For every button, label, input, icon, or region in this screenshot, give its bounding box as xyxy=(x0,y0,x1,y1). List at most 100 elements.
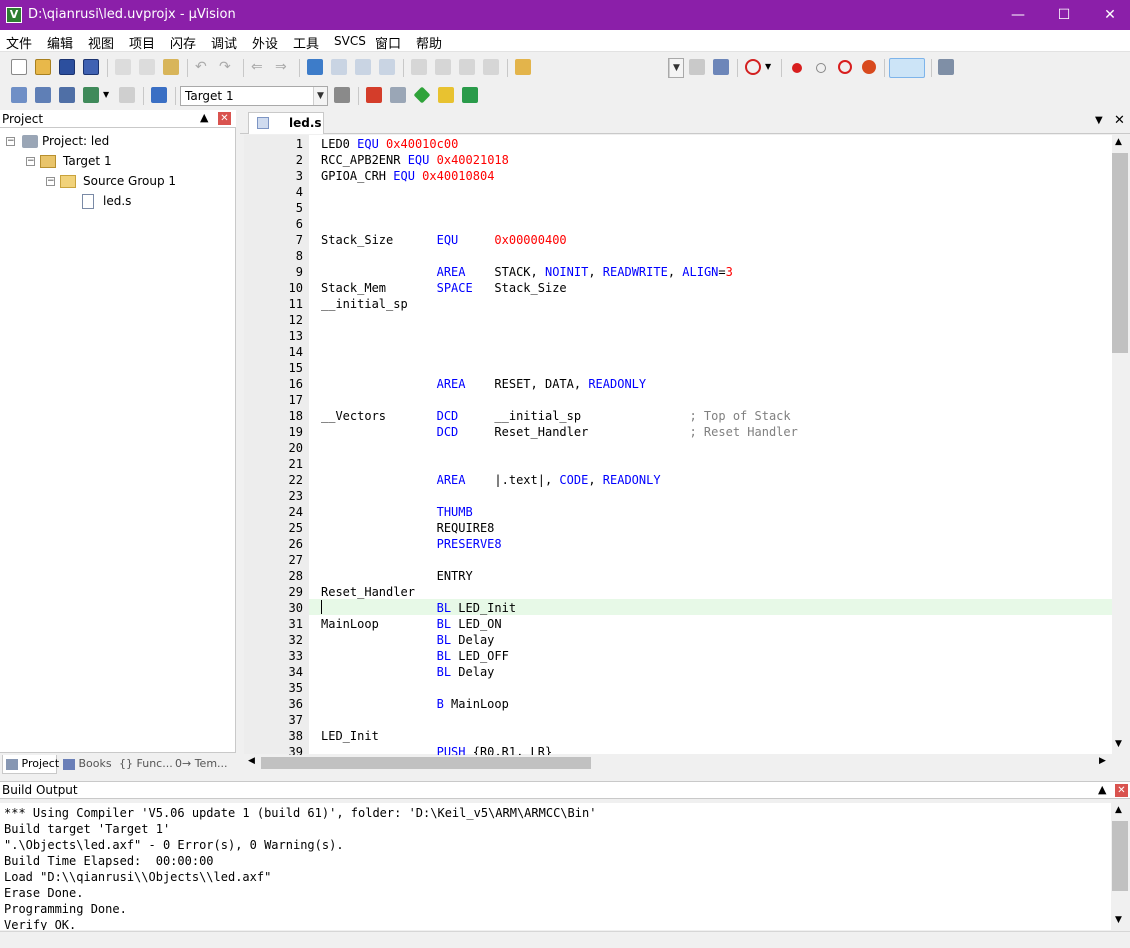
start-debug-icon[interactable] xyxy=(745,59,761,75)
code-token: READWRITE xyxy=(602,265,668,279)
scroll-down-icon[interactable]: ▼ xyxy=(1115,915,1122,925)
close-editor-icon[interactable]: ✕ xyxy=(1114,113,1125,128)
chevron-down-icon[interactable]: ▼ xyxy=(765,59,775,75)
code-line: LED_Init xyxy=(321,728,379,744)
run-time-environment-icon[interactable] xyxy=(462,87,478,103)
code-token: RESET, DATA, xyxy=(465,377,589,391)
menu-svcs[interactable]: SVCS xyxy=(334,34,366,48)
close-panel-icon[interactable]: ✕ xyxy=(1115,784,1128,797)
minimize-button[interactable]: — xyxy=(995,0,1041,30)
disable-breakpoints-icon[interactable] xyxy=(838,60,852,74)
pin-icon[interactable]: ▲ xyxy=(200,111,208,124)
save-all-icon[interactable] xyxy=(83,59,99,75)
incremental-find-icon[interactable] xyxy=(713,59,729,75)
menu-window[interactable]: 窗口 xyxy=(375,33,401,52)
next-bookmark-icon[interactable] xyxy=(355,59,371,75)
rebuild-icon[interactable] xyxy=(59,87,75,103)
cut-icon[interactable] xyxy=(115,59,131,75)
paste-icon[interactable] xyxy=(163,59,179,75)
window-layout-icon[interactable] xyxy=(889,58,925,78)
select-packs-icon[interactable] xyxy=(413,86,431,104)
collapse-icon[interactable]: − xyxy=(26,157,35,166)
enable-breakpoint-icon[interactable] xyxy=(816,63,826,73)
menu-edit[interactable]: 编辑 xyxy=(47,33,73,52)
tree-item-source-group[interactable]: − Source Group 1 xyxy=(46,172,216,190)
comment-icon[interactable] xyxy=(459,59,475,75)
insert-breakpoint-icon[interactable] xyxy=(792,63,802,73)
navigate-forward-icon[interactable]: ⇒ xyxy=(275,59,291,75)
target-options-icon[interactable] xyxy=(334,87,350,103)
menu-help[interactable]: 帮助 xyxy=(416,33,442,52)
menu-file[interactable]: 文件 xyxy=(6,33,32,52)
find-icon[interactable] xyxy=(689,59,705,75)
close-window-button[interactable]: ✕ xyxy=(1087,0,1130,30)
tab-books[interactable]: Books xyxy=(60,755,113,774)
close-panel-icon[interactable]: ✕ xyxy=(218,112,231,125)
translate-icon[interactable] xyxy=(11,87,27,103)
scroll-up-icon[interactable]: ▲ xyxy=(1115,805,1122,815)
open-folder-icon[interactable] xyxy=(35,59,51,75)
bookmark-icon[interactable] xyxy=(307,59,323,75)
menu-peripherals[interactable]: 外设 xyxy=(252,33,278,52)
file-extensions-icon[interactable] xyxy=(366,87,382,103)
pin-icon[interactable]: ▲ xyxy=(1098,783,1106,796)
new-file-icon[interactable] xyxy=(11,59,27,75)
configure-wrench-icon[interactable] xyxy=(938,59,954,75)
scroll-right-icon[interactable]: ▶ xyxy=(1099,756,1106,766)
chevron-down-icon[interactable]: ▼ xyxy=(103,87,113,103)
tree-item-file[interactable]: led.s xyxy=(82,192,182,210)
build-output-horizontal-scrollbar[interactable] xyxy=(0,931,1130,948)
scroll-up-icon[interactable]: ▲ xyxy=(1115,137,1122,147)
collapse-icon[interactable]: − xyxy=(6,137,15,146)
maximize-button[interactable]: ☐ xyxy=(1041,0,1087,30)
tree-item-project[interactable]: − Project: led xyxy=(6,132,206,150)
editor-vertical-scrollbar[interactable]: ▲ ▼ xyxy=(1112,135,1128,754)
unindent-icon[interactable] xyxy=(435,59,451,75)
tab-templates[interactable]: 0→ Tem... xyxy=(172,755,232,774)
undo-icon[interactable]: ↶ xyxy=(195,59,211,75)
manage-components-icon[interactable] xyxy=(390,87,406,103)
editor-horizontal-scrollbar[interactable]: ◀ ▶ xyxy=(244,755,1112,771)
uncomment-icon[interactable] xyxy=(483,59,499,75)
redo-icon[interactable]: ↷ xyxy=(219,59,235,75)
code-token: CODE xyxy=(559,473,589,487)
batch-build-icon[interactable] xyxy=(83,87,99,103)
stop-build-icon[interactable] xyxy=(119,87,135,103)
menu-view[interactable]: 视图 xyxy=(88,33,114,52)
code-token: LED_Init xyxy=(451,601,517,615)
tab-list-chevron-down-icon[interactable]: ▼ xyxy=(1095,115,1103,126)
menu-debug[interactable]: 调试 xyxy=(211,33,237,52)
editor-tab-led-s[interactable]: led.s xyxy=(248,112,324,134)
scrollbar-thumb[interactable] xyxy=(1112,153,1128,353)
target-select[interactable]: Target 1 ▼ xyxy=(180,86,328,106)
menu-tools[interactable]: 工具 xyxy=(293,33,319,52)
save-icon[interactable] xyxy=(59,59,75,75)
copy-icon[interactable] xyxy=(139,59,155,75)
find-in-files-icon[interactable] xyxy=(515,59,531,75)
kill-breakpoints-icon[interactable] xyxy=(862,60,876,74)
scroll-down-icon[interactable]: ▼ xyxy=(1115,739,1122,749)
menu-flash[interactable]: 闪存 xyxy=(170,33,196,52)
find-combo[interactable]: ▼ xyxy=(668,58,684,78)
scrollbar-thumb[interactable] xyxy=(1112,821,1128,891)
navigate-back-icon[interactable]: ⇐ xyxy=(251,59,267,75)
title-bar: V D:\qianrusi\led.uvprojx - µVision — ☐ … xyxy=(0,0,1130,30)
scroll-left-icon[interactable]: ◀ xyxy=(248,756,255,766)
menu-project[interactable]: 项目 xyxy=(129,33,155,52)
tree-item-target[interactable]: − Target 1 xyxy=(26,152,206,170)
line-number: 16 xyxy=(288,377,303,391)
indent-icon[interactable] xyxy=(411,59,427,75)
build-icon[interactable] xyxy=(35,87,51,103)
tab-project[interactable]: Project xyxy=(2,755,59,774)
download-load-icon[interactable] xyxy=(151,87,167,103)
scrollbar-thumb[interactable] xyxy=(261,757,591,769)
code-line: REQUIRE8 xyxy=(321,520,495,536)
build-output-text[interactable]: *** Using Compiler 'V5.06 update 1 (buil… xyxy=(0,803,1111,930)
build-output-vertical-scrollbar[interactable]: ▲ ▼ xyxy=(1112,803,1128,930)
code-token: BL xyxy=(436,633,452,647)
tab-functions[interactable]: {} Func... xyxy=(116,755,173,774)
collapse-icon[interactable]: − xyxy=(46,177,55,186)
pack-installer-icon[interactable] xyxy=(438,87,454,103)
previous-bookmark-icon[interactable] xyxy=(331,59,347,75)
clear-bookmarks-icon[interactable] xyxy=(379,59,395,75)
